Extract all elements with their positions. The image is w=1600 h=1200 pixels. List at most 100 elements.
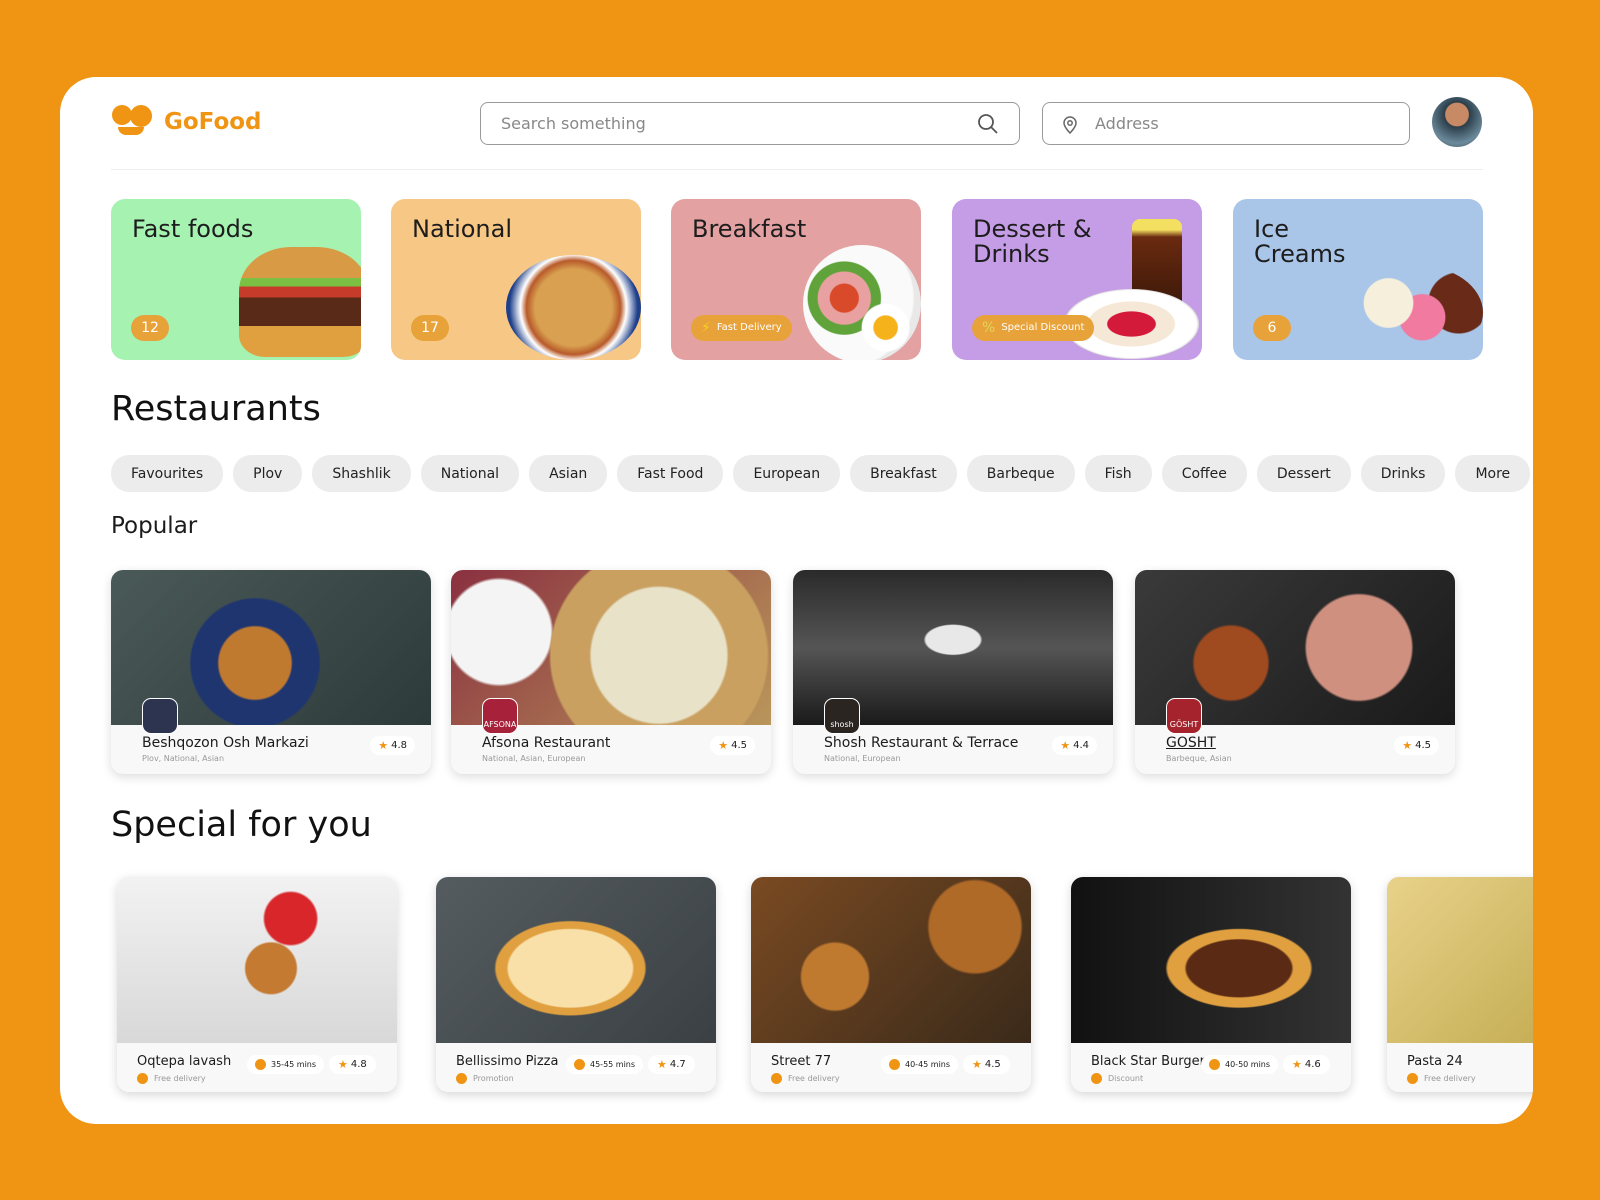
filter-chip[interactable]: Coffee — [1161, 455, 1247, 492]
category-ice-creams[interactable]: Ice Creams 6 — [1233, 199, 1483, 360]
perk-label: Promotion — [456, 1073, 514, 1084]
filter-chip[interactable]: Plov — [233, 455, 303, 492]
category-breakfast[interactable]: Breakfast ⚡ Fast Delivery — [671, 199, 921, 360]
header-divider — [111, 169, 1483, 170]
restaurant-name[interactable]: Shosh Restaurant & Terrace — [824, 735, 1018, 751]
filter-chip[interactable]: Dessert — [1256, 455, 1351, 492]
restaurants-heading: Restaurants — [111, 389, 321, 429]
clock-icon — [255, 1059, 266, 1070]
special-card[interactable]: Oqtepa lavash Free delivery 35-45 mins ★… — [117, 877, 397, 1092]
filter-chip[interactable]: European — [733, 455, 841, 492]
ice-cream-image — [1348, 265, 1483, 360]
clock-icon — [889, 1059, 900, 1070]
rating-badge: ★ 4.8 — [329, 1055, 376, 1074]
special-card[interactable]: Bellissimo Pizza Promotion 45-55 mins ★ 4… — [436, 877, 716, 1092]
star-icon: ★ — [1402, 739, 1413, 752]
category-fast-foods[interactable]: Fast foods 12 — [111, 199, 361, 360]
rating-badge: ★ 4.4 — [1052, 736, 1097, 755]
rating-badge: ★ 4.5 — [710, 736, 755, 755]
category-dessert-drinks[interactable]: Dessert & Drinks % Special Discount — [952, 199, 1202, 360]
star-icon: ★ — [378, 739, 389, 752]
filter-chip[interactable]: Barbeque — [966, 455, 1075, 492]
app-window: GoFood Search something Address Fast foo… — [60, 77, 1533, 1124]
restaurant-name[interactable]: Beshqozon Osh Markazi — [142, 735, 309, 751]
venue-name[interactable]: Pasta 24 — [1407, 1054, 1463, 1069]
dumplings-image — [506, 255, 641, 360]
special-discount-badge: % Special Discount — [972, 315, 1095, 341]
food-image — [117, 877, 397, 1043]
perk-icon — [456, 1073, 467, 1084]
restaurant-tags: Barbeque, Asian — [1166, 754, 1232, 763]
delivery-time: 40-45 mins — [881, 1055, 959, 1074]
fast-delivery-badge: ⚡ Fast Delivery — [691, 315, 792, 341]
perk-icon — [771, 1073, 782, 1084]
star-icon: ★ — [972, 1058, 982, 1071]
category-title: National — [412, 215, 513, 243]
restaurant-card[interactable]: Beshqozon Osh Markazi Plov, National, As… — [111, 570, 431, 774]
search-icon[interactable] — [977, 113, 999, 135]
logo[interactable]: GoFood — [112, 105, 262, 139]
food-image — [1071, 877, 1351, 1043]
special-heading: Special for you — [111, 805, 372, 845]
filter-chip[interactable]: National — [420, 455, 520, 492]
user-avatar[interactable] — [1432, 97, 1482, 147]
filter-chip[interactable]: Fish — [1084, 455, 1152, 492]
category-national[interactable]: National 17 — [391, 199, 641, 360]
perk-label: Free delivery — [137, 1073, 206, 1084]
address-input[interactable]: Address — [1042, 102, 1410, 145]
food-image — [1387, 877, 1533, 1043]
search-input[interactable]: Search something — [480, 102, 1020, 145]
filter-chip[interactable]: Fast Food — [617, 455, 724, 492]
perk-label: Free delivery — [771, 1073, 840, 1084]
popular-heading: Popular — [111, 513, 198, 539]
perk-label: Discount — [1091, 1073, 1143, 1084]
rating-badge: ★ 4.5 — [963, 1055, 1010, 1074]
restaurant-tags: National, European — [824, 754, 901, 763]
perk-icon — [1091, 1073, 1102, 1084]
restaurant-tags: Plov, National, Asian — [142, 754, 225, 763]
filter-chip[interactable]: Asian — [529, 455, 608, 492]
perk-icon — [1407, 1073, 1418, 1084]
filter-chip[interactable]: Favourites — [111, 455, 224, 492]
special-card[interactable]: Pasta 24 Free delivery — [1387, 877, 1533, 1092]
star-icon: ★ — [1060, 739, 1071, 752]
restaurant-card[interactable]: GÖSHT GOSHT Barbeque, Asian ★ 4.5 — [1135, 570, 1455, 774]
star-icon: ★ — [338, 1058, 348, 1071]
count-badge: 17 — [411, 315, 449, 341]
breakfast-plate-image — [803, 245, 921, 360]
venue-name[interactable]: Oqtepa lavash — [137, 1054, 231, 1069]
venue-name[interactable]: Street 77 — [771, 1054, 831, 1069]
restaurant-card[interactable]: shosh Shosh Restaurant & Terrace Nationa… — [793, 570, 1113, 774]
percent-icon: % — [982, 320, 996, 336]
clock-icon — [1209, 1059, 1220, 1070]
food-image — [751, 877, 1031, 1043]
rating-badge: ★ 4.6 — [1283, 1055, 1330, 1074]
count-badge: 6 — [1253, 315, 1291, 341]
special-card[interactable]: Black Star Burger Discount 40-50 mins ★ 4… — [1071, 877, 1351, 1092]
filter-chip[interactable]: Breakfast — [850, 455, 957, 492]
special-card[interactable]: Street 77 Free delivery 40-45 mins ★ 4.5 — [751, 877, 1031, 1092]
category-title: Dessert & Drinks — [973, 215, 1092, 268]
filter-chip[interactable]: Shashlik — [312, 455, 411, 492]
category-title: Breakfast — [692, 215, 807, 243]
burger-image — [239, 247, 361, 357]
filter-chip[interactable]: Drinks — [1360, 455, 1446, 492]
restaurant-name[interactable]: Afsona Restaurant — [482, 735, 610, 751]
perk-label: Free delivery — [1407, 1073, 1476, 1084]
rating-badge: ★ 4.5 — [1394, 736, 1439, 755]
restaurant-card[interactable]: AFSONA Afsona Restaurant National, Asian… — [451, 570, 771, 774]
star-icon: ★ — [1292, 1058, 1302, 1071]
star-icon: ★ — [657, 1058, 667, 1071]
filter-chips: Favourites Plov Shashlik National Asian … — [111, 455, 1531, 492]
filter-more-button[interactable]: More — [1455, 455, 1531, 492]
clock-icon — [574, 1059, 585, 1070]
restaurant-logo — [142, 698, 178, 734]
venue-name[interactable]: Black Star Burger — [1091, 1054, 1205, 1069]
rating-badge: ★ 4.7 — [648, 1055, 695, 1074]
delivery-time: 40-50 mins — [1201, 1055, 1279, 1074]
restaurant-logo: GÖSHT — [1166, 698, 1202, 734]
venue-name[interactable]: Bellissimo Pizza — [456, 1054, 558, 1069]
restaurant-name[interactable]: GOSHT — [1166, 735, 1216, 751]
star-icon: ★ — [718, 739, 729, 752]
rating-badge: ★ 4.8 — [370, 736, 415, 755]
